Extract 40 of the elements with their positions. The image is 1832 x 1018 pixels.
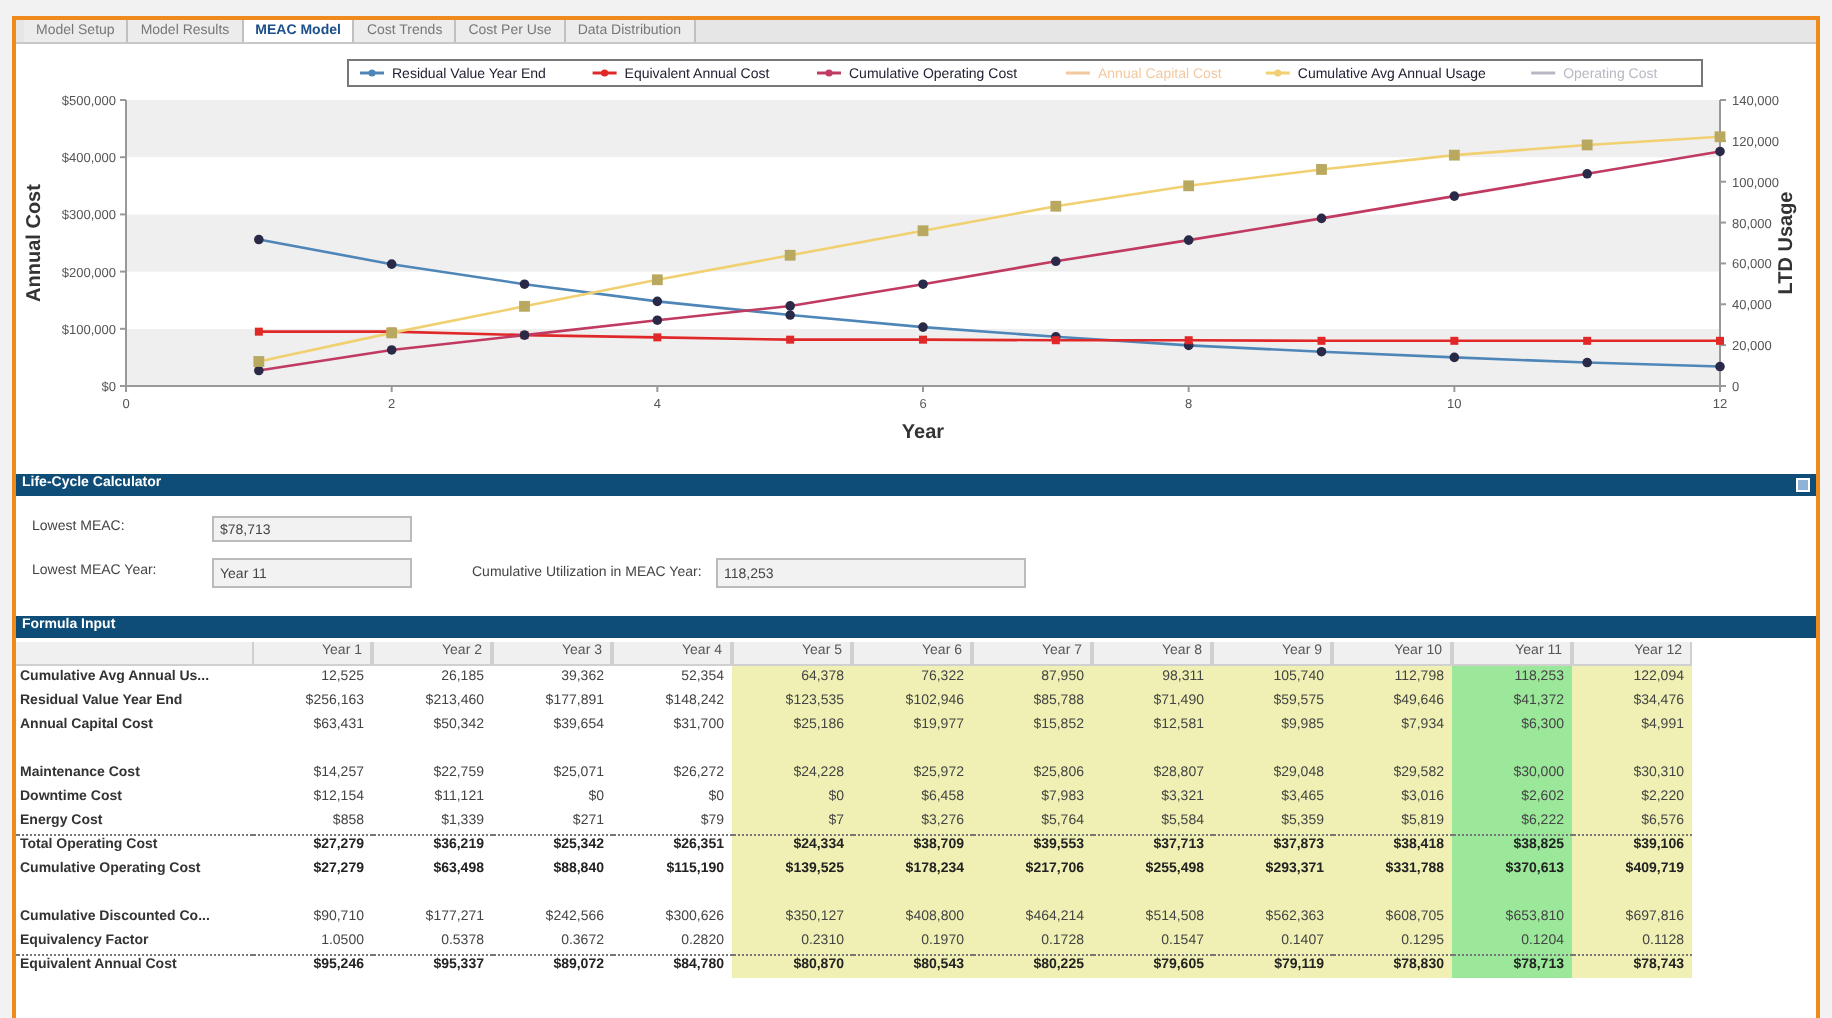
data-point	[386, 345, 397, 355]
data-point	[1450, 336, 1459, 345]
axis-title: LTD Usage	[1776, 191, 1798, 295]
data-point	[1449, 352, 1460, 363]
data-point	[519, 300, 530, 312]
data-point	[1715, 361, 1725, 372]
data-point	[918, 279, 928, 289]
data-point	[1715, 146, 1725, 157]
data-point	[653, 333, 662, 342]
data-point	[1050, 200, 1062, 212]
data-point	[784, 249, 796, 261]
data-point	[1316, 164, 1327, 175]
data-point	[919, 335, 927, 344]
axis-title: Year	[901, 422, 945, 444]
data-point	[519, 279, 530, 289]
axis-title: Annual Cost	[24, 184, 46, 302]
data-point	[1449, 191, 1460, 201]
data-point	[786, 335, 795, 344]
data-point	[1448, 149, 1460, 161]
data-point	[1183, 235, 1194, 245]
data-point	[1581, 139, 1593, 151]
data-point	[1714, 131, 1726, 143]
data-point	[386, 327, 398, 339]
data-point	[1051, 256, 1061, 267]
data-point	[1582, 357, 1592, 368]
data-point	[1582, 169, 1592, 179]
data-point	[386, 259, 397, 269]
data-point	[1716, 336, 1724, 345]
collapse-icon[interactable]	[1796, 478, 1810, 492]
data-point	[652, 315, 663, 325]
data-point	[254, 327, 263, 336]
data-point	[918, 322, 928, 332]
data-point	[1316, 213, 1327, 224]
data-point	[917, 225, 929, 237]
data-point	[254, 234, 264, 245]
data-point	[1183, 180, 1195, 192]
data-point	[652, 296, 663, 307]
data-point	[1583, 336, 1592, 345]
data-point	[519, 330, 530, 340]
data-point	[651, 274, 663, 286]
